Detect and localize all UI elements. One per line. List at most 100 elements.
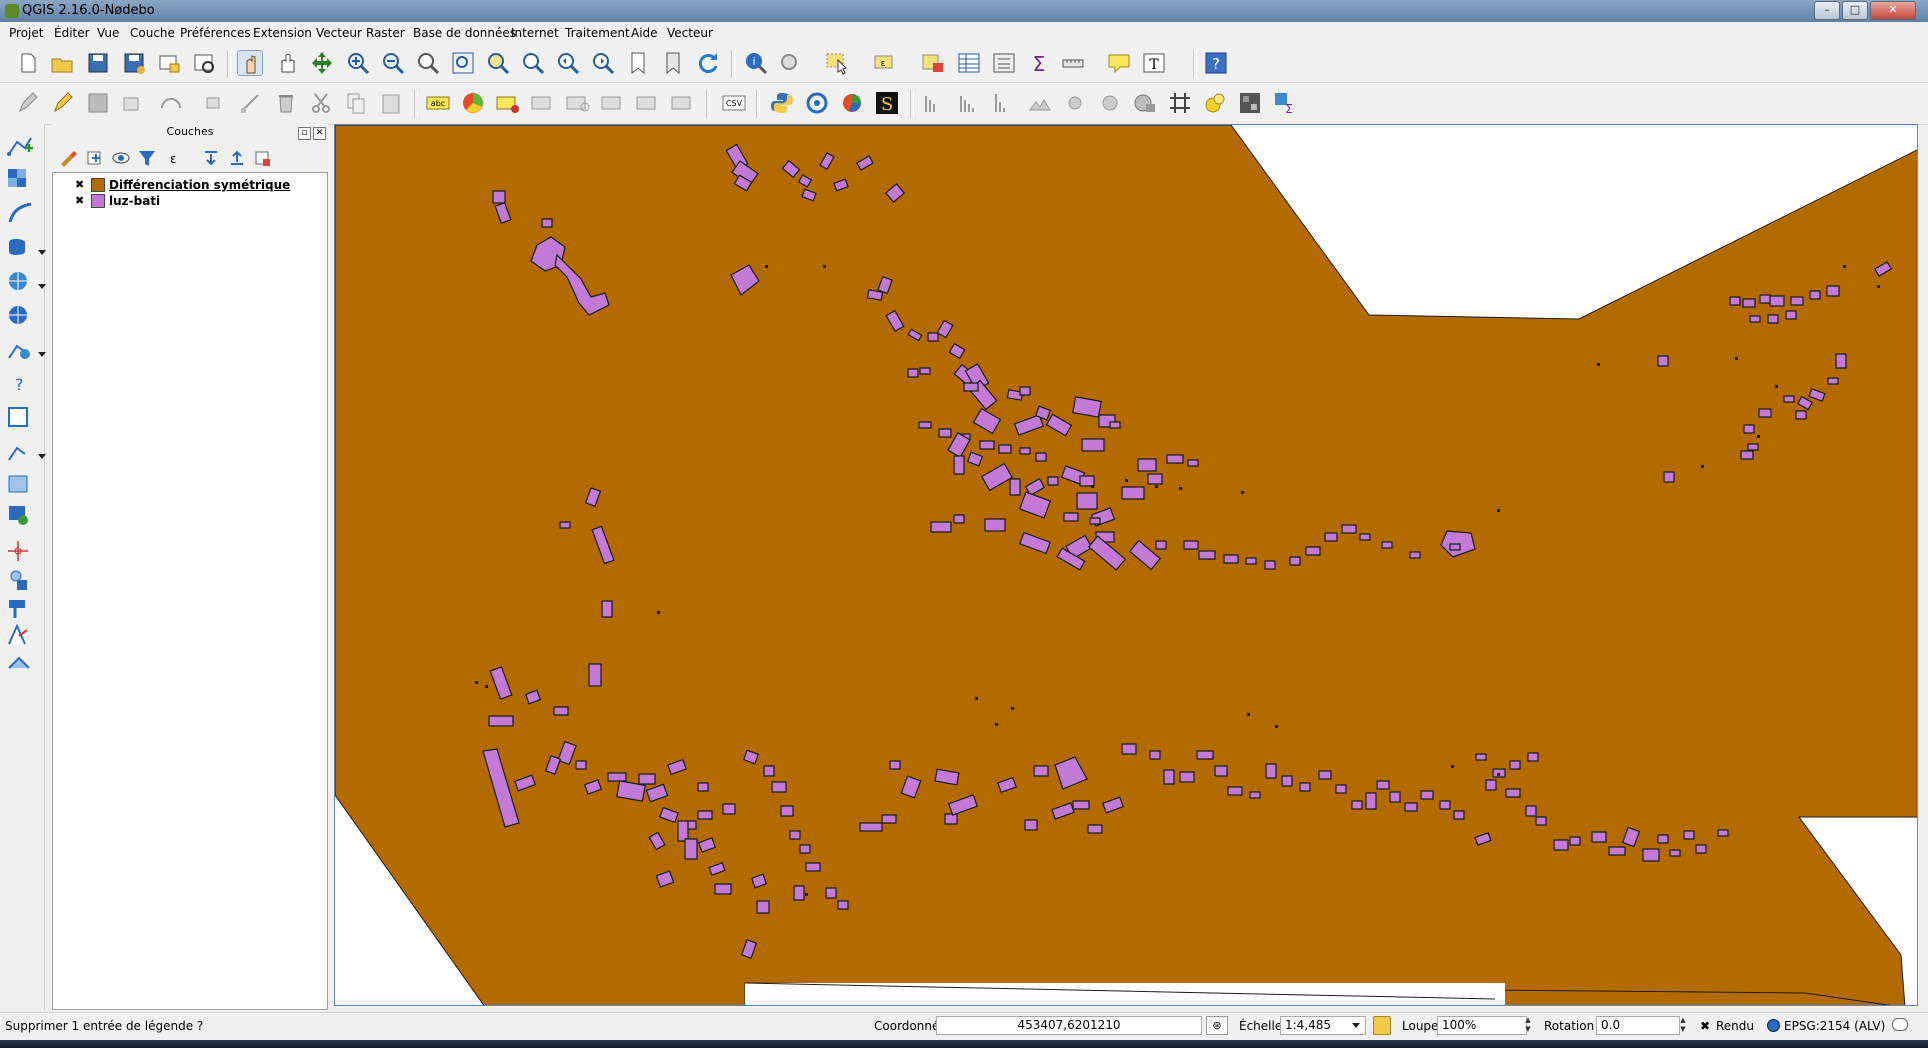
grid-tool-icon[interactable] <box>1167 90 1193 116</box>
dropdown-arrow-icon[interactable] <box>38 284 46 289</box>
menu-vue[interactable]: Vue <box>97 26 119 40</box>
touch-zoom-pan-icon[interactable] <box>237 50 263 76</box>
show-hide-labels-icon[interactable] <box>565 90 591 116</box>
move-label-icon[interactable] <box>600 90 626 116</box>
menu-base-de-donnees[interactable]: Base de données <box>413 26 516 40</box>
manage-map-themes-icon[interactable] <box>110 148 132 168</box>
open-project-icon[interactable] <box>49 50 75 76</box>
add-spatialite-layer-icon[interactable] <box>5 200 35 228</box>
scripts-icon[interactable]: S <box>874 90 900 116</box>
add-mssql-layer-icon[interactable] <box>5 404 35 432</box>
pan-to-selection-icon[interactable] <box>309 50 335 76</box>
select-by-value-icon[interactable]: ε <box>872 50 898 76</box>
menu-extension[interactable]: Extension <box>253 26 312 40</box>
layer-visibility-checkbox[interactable]: ✖ <box>75 179 86 191</box>
current-edits-icon[interactable] <box>15 90 41 116</box>
attribute-table-icon[interactable] <box>956 50 982 76</box>
close-panel-button[interactable]: ✕ <box>313 127 326 140</box>
new-bookmark-icon[interactable] <box>625 50 651 76</box>
layer-labeling-icon[interactable]: abc <box>425 90 451 116</box>
node-tool-icon[interactable] <box>238 90 264 116</box>
move-feature-icon[interactable] <box>203 90 229 116</box>
rotation-field[interactable]: 0.0 <box>1596 1016 1680 1035</box>
menu-projet[interactable]: Projet <box>9 26 43 40</box>
python-console-icon[interactable] <box>769 90 795 116</box>
map-tips-icon[interactable] <box>1106 50 1132 76</box>
pan-map-icon[interactable] <box>274 50 300 76</box>
add-wfs-layer-icon[interactable] <box>5 336 35 364</box>
save-as-icon[interactable] <box>121 50 147 76</box>
toggle-extents-icon[interactable]: ⊛ <box>1206 1016 1228 1035</box>
dropdown-arrow-icon[interactable] <box>38 352 46 357</box>
field-calculator-icon[interactable] <box>991 50 1017 76</box>
collapse-all-icon[interactable] <box>226 148 248 168</box>
menu-internet[interactable]: Internet <box>511 26 559 40</box>
copy-features-icon[interactable] <box>343 90 369 116</box>
add-postgis-layer-icon[interactable] <box>5 234 35 262</box>
crs-status[interactable]: EPSG:2154 (ALV) <box>1784 1019 1885 1033</box>
filter-legend-icon[interactable] <box>136 148 158 168</box>
help-icon[interactable]: ? <box>1203 50 1229 76</box>
scale-dropdown-arrow-icon[interactable] <box>1352 1023 1360 1028</box>
add-group-icon[interactable] <box>84 148 106 168</box>
interpolation-icon[interactable] <box>992 90 1018 116</box>
dropdown-arrow-icon[interactable] <box>38 454 46 459</box>
add-feature-icon[interactable] <box>120 90 146 116</box>
filter-expression-icon[interactable]: ε <box>162 148 184 168</box>
add-vector-layer-icon[interactable] <box>5 132 35 160</box>
layer-styling-icon[interactable] <box>58 148 80 168</box>
change-label-icon[interactable] <box>670 90 696 116</box>
show-bookmarks-icon[interactable] <box>660 50 686 76</box>
add-raster-layer-icon[interactable] <box>5 166 35 194</box>
cut-features-icon[interactable] <box>308 90 334 116</box>
dropdown-arrow-icon[interactable] <box>38 250 46 255</box>
georeferencer-icon[interactable] <box>922 90 948 116</box>
new-spatialite-layer-icon[interactable] <box>5 566 35 594</box>
render-checkbox[interactable]: ✖ <box>1700 1019 1710 1033</box>
new-temporary-layer-icon[interactable] <box>5 622 35 650</box>
expand-all-icon[interactable] <box>200 148 222 168</box>
menu-couche[interactable]: Couche <box>130 26 175 40</box>
zoom-full-icon[interactable] <box>450 50 476 76</box>
rotation-spin-icon[interactable]: ▲ ▼ <box>1677 1016 1689 1035</box>
zoom-last-icon[interactable] <box>555 50 581 76</box>
raster-calculator-icon[interactable] <box>1237 90 1263 116</box>
diagram-properties-icon[interactable] <box>460 90 486 116</box>
minimize-button[interactable]: – <box>1814 1 1840 20</box>
menu-aide[interactable]: Aide <box>631 26 658 40</box>
crs-globe-icon[interactable] <box>1767 1019 1780 1032</box>
processing-toolbox-icon[interactable] <box>804 90 830 116</box>
menu-traitement[interactable]: Traitement <box>565 26 630 40</box>
layer-visibility-checkbox[interactable]: ✖ <box>75 195 86 207</box>
zoom-next-icon[interactable] <box>590 50 616 76</box>
add-db2-layer-icon[interactable] <box>5 500 35 528</box>
deselect-all-icon[interactable] <box>920 50 946 76</box>
road-graph-icon[interactable] <box>1062 90 1088 116</box>
magnifier-field[interactable]: 100% <box>1437 1016 1527 1035</box>
zoom-native-icon[interactable] <box>415 50 441 76</box>
processing-modeler-icon[interactable] <box>839 90 865 116</box>
refresh-icon[interactable] <box>695 50 721 76</box>
messages-icon[interactable] <box>1892 1018 1908 1031</box>
zoom-to-layer-icon[interactable] <box>520 50 546 76</box>
measure-line-icon[interactable] <box>1060 50 1086 76</box>
rotate-label-icon[interactable] <box>635 90 661 116</box>
save-project-icon[interactable] <box>85 50 111 76</box>
run-feature-action-icon[interactable] <box>778 50 804 76</box>
select-features-icon[interactable] <box>824 50 850 76</box>
coordinate-field[interactable]: 453407,6201210 <box>936 1016 1202 1035</box>
new-shapefile-icon[interactable] <box>5 538 35 566</box>
add-delimited-text-icon[interactable]: CSV <box>721 90 747 116</box>
menu-preferences[interactable]: Préférences <box>180 26 251 40</box>
heatmap-icon[interactable] <box>957 90 983 116</box>
layer-item-difference-symetrique[interactable]: ✖ Différenciation symétrique <box>63 177 323 193</box>
add-oracle-layer-icon[interactable] <box>5 472 35 500</box>
float-panel-button[interactable]: ▫ <box>298 127 311 140</box>
coordinate-capture-icon[interactable] <box>1202 90 1228 116</box>
magnifier-spin-icon[interactable]: ▲ ▼ <box>1522 1016 1534 1035</box>
topology-checker-icon[interactable] <box>1097 90 1123 116</box>
highlight-pinned-labels-icon[interactable] <box>495 90 521 116</box>
pin-labels-icon[interactable] <box>530 90 556 116</box>
create-layer-from-selection-icon[interactable] <box>5 650 35 678</box>
add-wcs-layer-icon[interactable] <box>5 302 35 330</box>
